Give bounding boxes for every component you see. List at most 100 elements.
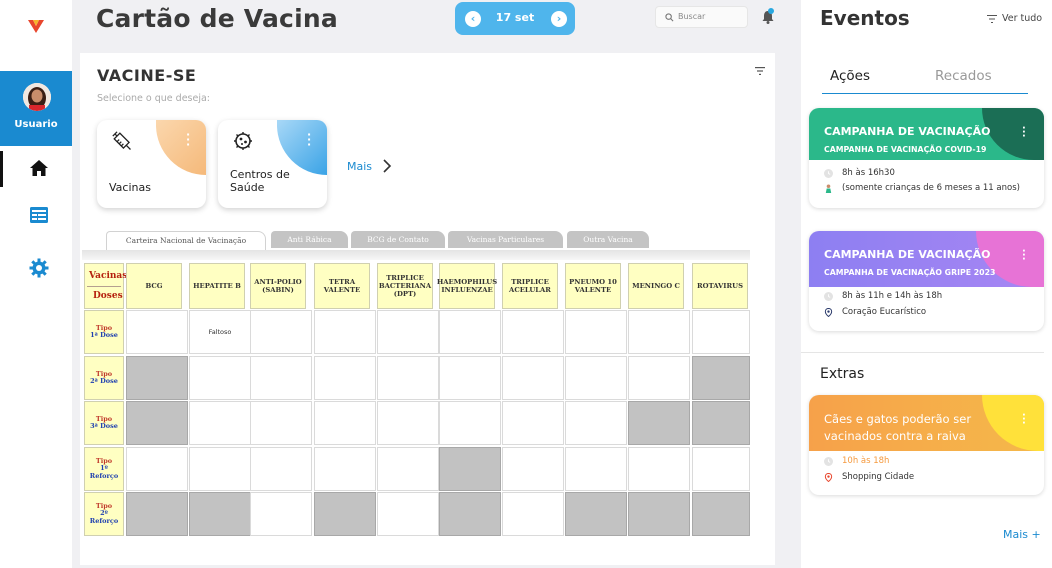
tab-anti-rabica[interactable]: Anti Rábica [271, 231, 348, 248]
filter-icon[interactable] [987, 15, 997, 23]
dose-label: 3ª Dose [90, 422, 118, 430]
column-header: ROTAVIRUS [692, 263, 748, 309]
dose-cell[interactable] [502, 447, 564, 491]
tile-accent [156, 120, 206, 175]
dose-cell[interactable] [565, 310, 627, 354]
dose-label: 1ª Dose [90, 331, 118, 339]
user-profile-button[interactable]: Usuario [0, 71, 72, 146]
dose-cell[interactable] [377, 310, 439, 354]
more-link[interactable]: Mais [347, 160, 372, 173]
event-time-row: 8h às 11h e 14h às 18h [824, 291, 942, 301]
tab-outra-vacina[interactable]: Outra Vacina [567, 231, 649, 248]
search-input[interactable]: Buscar [655, 6, 748, 28]
dose-cell[interactable] [628, 356, 690, 400]
dose-label: 2ª Dose [90, 377, 118, 385]
column-header: HEPATITE B [189, 263, 245, 309]
tab-vacinas-particulares[interactable]: Vacinas Particulares [448, 231, 563, 248]
dose-cell[interactable] [502, 356, 564, 400]
dose-cell[interactable] [628, 447, 690, 491]
extras-title-line1: Cães e gatos poderão ser [824, 412, 972, 426]
dose-cell[interactable] [126, 447, 188, 491]
dose-cell[interactable] [314, 447, 376, 491]
extras-time-row: 10h às 18h [824, 456, 889, 466]
event-location-row: Coração Eucarístico [824, 307, 926, 317]
view-all-link[interactable]: Ver tudo [1002, 13, 1042, 24]
extras-location-row: Shopping Cidade [824, 472, 914, 482]
dose-cell[interactable] [314, 310, 376, 354]
dose-cell[interactable] [565, 356, 627, 400]
dose-label: 2º Reforço [89, 509, 119, 525]
syringe-icon [112, 131, 131, 150]
event-card[interactable]: CAMPANHA DE VACINAÇÃO CAMPANHA DE VACINA… [809, 231, 1044, 331]
dose-cell [439, 447, 501, 491]
app-logo[interactable] [26, 16, 46, 36]
card-icon[interactable] [28, 204, 50, 226]
event-title: CAMPANHA DE VACINAÇÃO [824, 125, 991, 138]
dose-cell [692, 356, 750, 400]
extras-menu-icon[interactable]: · · · [1022, 411, 1026, 429]
dose-cell[interactable] [439, 356, 501, 400]
clock-icon [824, 168, 833, 178]
dose-cell[interactable] [377, 492, 439, 536]
extras-time: 10h às 18h [842, 456, 890, 466]
tab-acoes[interactable]: Ações [830, 68, 870, 84]
dose-cell[interactable] [628, 310, 690, 354]
dose-cell[interactable] [126, 310, 188, 354]
dose-cell[interactable] [502, 492, 564, 536]
dose-cell[interactable] [250, 310, 312, 354]
dose-cell[interactable] [250, 356, 312, 400]
home-icon[interactable] [28, 157, 50, 179]
dose-cell[interactable] [314, 356, 376, 400]
section-subtitle: Selecione o que deseja: [97, 93, 210, 104]
chevron-right-icon[interactable] [382, 158, 392, 174]
dose-cell[interactable] [314, 401, 376, 445]
gear-icon[interactable] [28, 257, 50, 279]
dose-cell[interactable] [692, 310, 750, 354]
dose-cell[interactable] [250, 447, 312, 491]
tile-vacinas[interactable]: · · · Vacinas [97, 120, 206, 208]
dose-cell[interactable] [565, 447, 627, 491]
dose-cell[interactable] [250, 401, 312, 445]
extras-card-accent [982, 395, 1044, 451]
location-icon [824, 307, 833, 317]
dose-cell[interactable] [189, 447, 251, 491]
tile-menu-icon[interactable]: · · · [186, 129, 190, 150]
event-card[interactable]: CAMPANHA DE VACINAÇÃO CAMPANHA DE VACINA… [809, 108, 1044, 208]
dose-cell [126, 492, 188, 536]
tab-bcg-contato[interactable]: BCG de Contato [351, 231, 445, 248]
event-card-accent [982, 108, 1044, 160]
dose-cell [189, 492, 251, 536]
dose-cell[interactable] [692, 447, 750, 491]
extras-card[interactable]: Cães e gatos poderão ser vacinados contr… [809, 395, 1044, 495]
dose-cell[interactable] [377, 356, 439, 400]
dose-cell[interactable] [250, 492, 312, 536]
dose-cell[interactable] [377, 447, 439, 491]
dose-cell [439, 492, 501, 536]
event-location: Coração Eucarístico [842, 307, 927, 317]
next-date-button[interactable]: › [551, 11, 567, 27]
extras-title: Extras [820, 366, 865, 382]
event-menu-icon[interactable]: · · · [1022, 124, 1026, 142]
filter-icon[interactable] [754, 66, 766, 76]
dose-cell[interactable]: Faltoso [189, 310, 251, 354]
more-events-link[interactable]: Mais + [1003, 528, 1041, 541]
dose-cell[interactable] [377, 401, 439, 445]
dose-cell[interactable] [565, 401, 627, 445]
tab-recados[interactable]: Recados [935, 68, 992, 84]
dose-cell[interactable] [189, 356, 251, 400]
dose-cell[interactable] [439, 310, 501, 354]
table-corner: Vacinas Doses [84, 263, 127, 309]
clock-icon [824, 456, 833, 466]
extras-title-line2: vacinados contra a raiva [824, 429, 966, 443]
dose-cell[interactable] [189, 401, 251, 445]
dose-cell[interactable] [502, 310, 564, 354]
event-menu-icon[interactable]: · · · [1022, 247, 1026, 265]
dose-cell[interactable] [502, 401, 564, 445]
tile-centros-de-saude[interactable]: · · · Centros de Saúde [218, 120, 327, 208]
tab-carteira-nacional[interactable]: Carteira Nacional de Vacinação [106, 231, 266, 250]
user-label: Usuario [14, 119, 58, 130]
tile-menu-icon[interactable]: · · · [307, 129, 311, 150]
dose-cell[interactable] [439, 401, 501, 445]
column-header: TRIPLICE ACELULAR [502, 263, 558, 309]
event-note: (somente crianças de 6 meses a 11 anos) [842, 183, 1020, 193]
